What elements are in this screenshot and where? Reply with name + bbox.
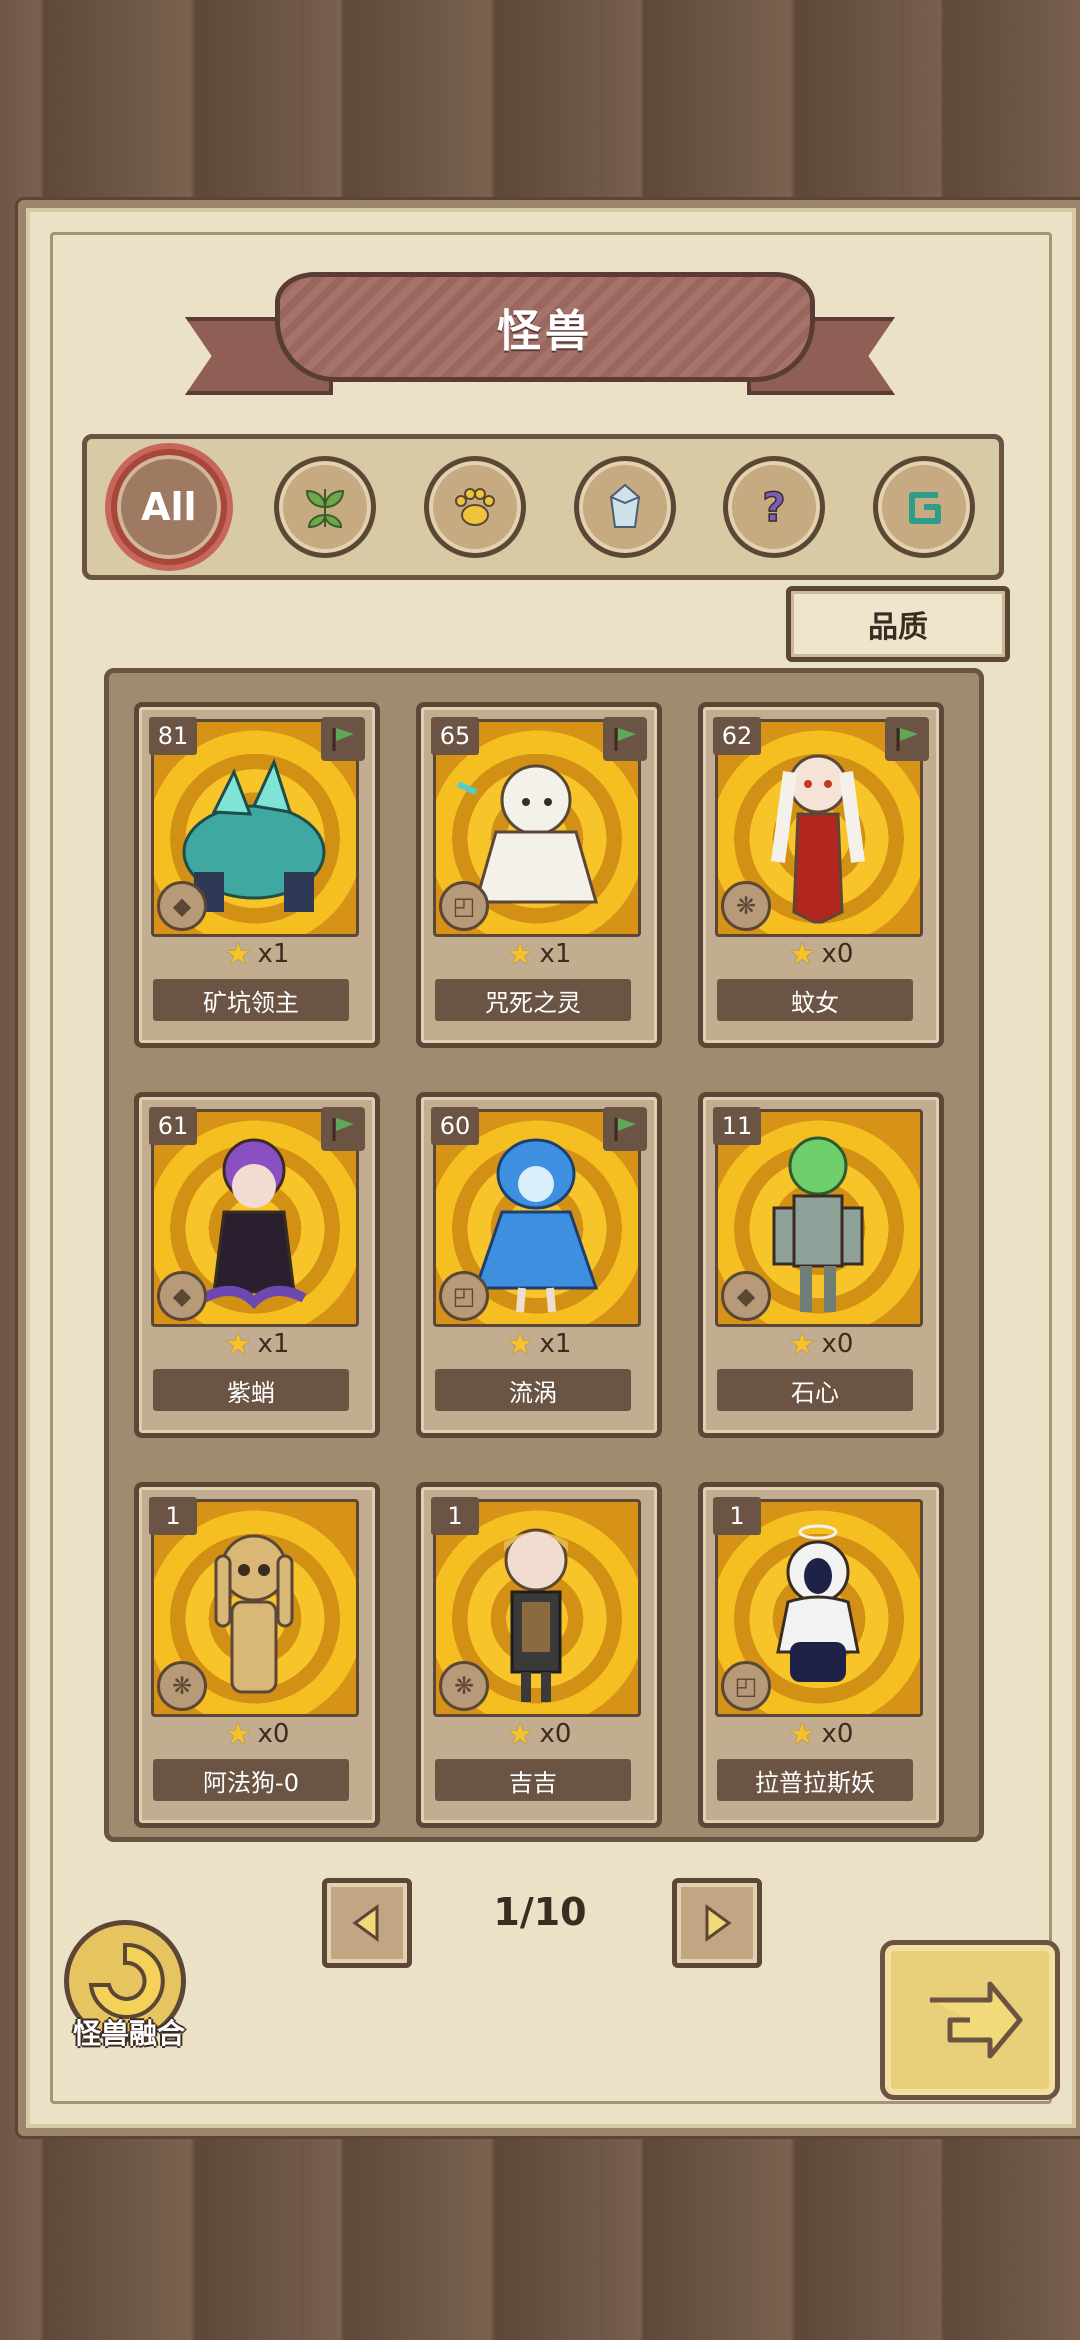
paw-icon: [455, 488, 496, 526]
owned-count: x1: [539, 939, 572, 969]
owned-count-row: ★ x1: [139, 1326, 375, 1362]
owned-count: x1: [539, 1329, 572, 1359]
owned-count-row: ★ x0: [139, 1716, 375, 1752]
owned-count: x0: [821, 1719, 854, 1749]
filter-unknown-button[interactable]: ?: [723, 456, 826, 558]
previous-page-button[interactable]: [322, 1878, 412, 1968]
monster-card[interactable]: 60 ◰ ★ x1 流涡: [416, 1092, 662, 1438]
owned-count: x0: [821, 939, 854, 969]
monster-card[interactable]: 1 ❋ ★ x0 吉吉: [416, 1482, 662, 1828]
leaf-icon: [306, 489, 345, 529]
fusion-label: 怪兽融合: [72, 2017, 185, 2050]
paw-icon: ❋: [721, 881, 771, 931]
filter-all-button[interactable]: All: [110, 449, 227, 565]
swirl-icon: ◰: [439, 1271, 489, 1321]
monster-level: 60: [431, 1107, 479, 1145]
owned-count: x0: [821, 1329, 854, 1359]
crystal-icon: ◆: [157, 1271, 207, 1321]
owned-count-row: ★ x0: [703, 936, 939, 972]
monster-name: 吉吉: [435, 1759, 631, 1801]
star-icon: ★: [224, 1326, 252, 1362]
monster-card[interactable]: 65 ◰ ★ x1 咒死之灵: [416, 702, 662, 1048]
back-button[interactable]: [880, 1940, 1060, 2100]
question-icon: ?: [762, 484, 787, 532]
monster-level: 61: [149, 1107, 197, 1145]
banner-ribbon: 怪兽: [275, 272, 815, 382]
owned-count-row: ★ x1: [421, 936, 657, 972]
crystal-icon: ◆: [721, 1271, 771, 1321]
monster-name: 流涡: [435, 1369, 631, 1411]
flag-icon: [321, 1107, 365, 1151]
paw-icon: ❋: [439, 1661, 489, 1711]
owned-count-row: ★ x0: [703, 1716, 939, 1752]
flag-icon: [321, 717, 365, 761]
category-filter-bar: All ?: [82, 434, 1004, 580]
filter-mineral-button[interactable]: [573, 456, 676, 558]
flag-icon: [885, 717, 929, 761]
monster-card[interactable]: 62 ❋ ★ x0 蚊女: [698, 702, 944, 1048]
title-banner: 怪兽: [185, 262, 895, 412]
flag-icon: [603, 1107, 647, 1151]
quality-sort-button[interactable]: 品质: [786, 586, 1010, 662]
monster-level: 1: [149, 1497, 197, 1535]
owned-count-row: ★ x0: [703, 1326, 939, 1362]
monster-name: 拉普拉斯妖: [717, 1759, 913, 1801]
star-icon: ★: [788, 936, 816, 972]
swirl-icon: ◰: [439, 881, 489, 931]
filter-beast-button[interactable]: [424, 456, 527, 558]
monster-name: 石心: [717, 1369, 913, 1411]
monster-level: 1: [431, 1497, 479, 1535]
svg-text:?: ?: [763, 485, 786, 531]
monster-card[interactable]: 1 ❋ ★ x0 阿法狗-0: [134, 1482, 380, 1828]
monster-level: 62: [713, 717, 761, 755]
paw-icon: ❋: [157, 1661, 207, 1711]
monster-name: 阿法狗-0: [153, 1759, 349, 1801]
monster-name: 矿坑领主: [153, 979, 349, 1021]
monster-card[interactable]: 1 ◰ ★ x0 拉普拉斯妖: [698, 1482, 944, 1828]
monster-name: 咒死之灵: [435, 979, 631, 1021]
flag-icon: [603, 717, 647, 761]
monster-name: 紫蛸: [153, 1369, 349, 1411]
monster-card[interactable]: 61 ◆ ★ x1 紫蛸: [134, 1092, 380, 1438]
next-page-button[interactable]: [672, 1878, 762, 1968]
return-arrow-icon: [930, 1981, 1023, 2059]
monster-level: 81: [149, 717, 197, 755]
monster-level: 11: [713, 1107, 761, 1145]
owned-count: x0: [257, 1719, 290, 1749]
quality-sort-label: 品质: [868, 610, 928, 645]
arrow-right-icon: [705, 1904, 732, 1942]
monster-name: 蚊女: [717, 979, 913, 1021]
crystal-icon: [609, 483, 640, 528]
star-icon: ★: [224, 1716, 252, 1752]
star-icon: ★: [224, 936, 252, 972]
monster-card[interactable]: 11 ◆ ★ x0 石心: [698, 1092, 944, 1438]
star-icon: ★: [506, 936, 534, 972]
monster-level: 65: [431, 717, 479, 755]
swirl-icon: [909, 492, 942, 524]
page-title: 怪兽: [497, 306, 593, 357]
star-icon: ★: [788, 1326, 816, 1362]
star-icon: ★: [506, 1326, 534, 1362]
monster-level: 1: [713, 1497, 761, 1535]
owned-count: x1: [257, 1329, 290, 1359]
swirl-icon: ◰: [721, 1661, 771, 1711]
owned-count: x0: [539, 1719, 572, 1749]
star-icon: ★: [788, 1716, 816, 1752]
filter-all-label: All: [141, 485, 197, 529]
monster-fusion-button[interactable]: 怪兽融合: [54, 1920, 194, 2050]
owned-count-row: ★ x1: [139, 936, 375, 972]
owned-count-row: ★ x1: [421, 1326, 657, 1362]
monster-card[interactable]: 81 ◆ ★ x1 矿坑领主: [134, 702, 380, 1048]
filter-plant-button[interactable]: [274, 456, 377, 558]
owned-count: x1: [257, 939, 290, 969]
owned-count-row: ★ x0: [421, 1716, 657, 1752]
page-indicator: 1/10: [493, 1890, 587, 1934]
arrow-left-icon: [352, 1904, 379, 1942]
star-icon: ★: [506, 1716, 534, 1752]
crystal-icon: ◆: [157, 881, 207, 931]
filter-spirit-button[interactable]: [873, 456, 976, 558]
